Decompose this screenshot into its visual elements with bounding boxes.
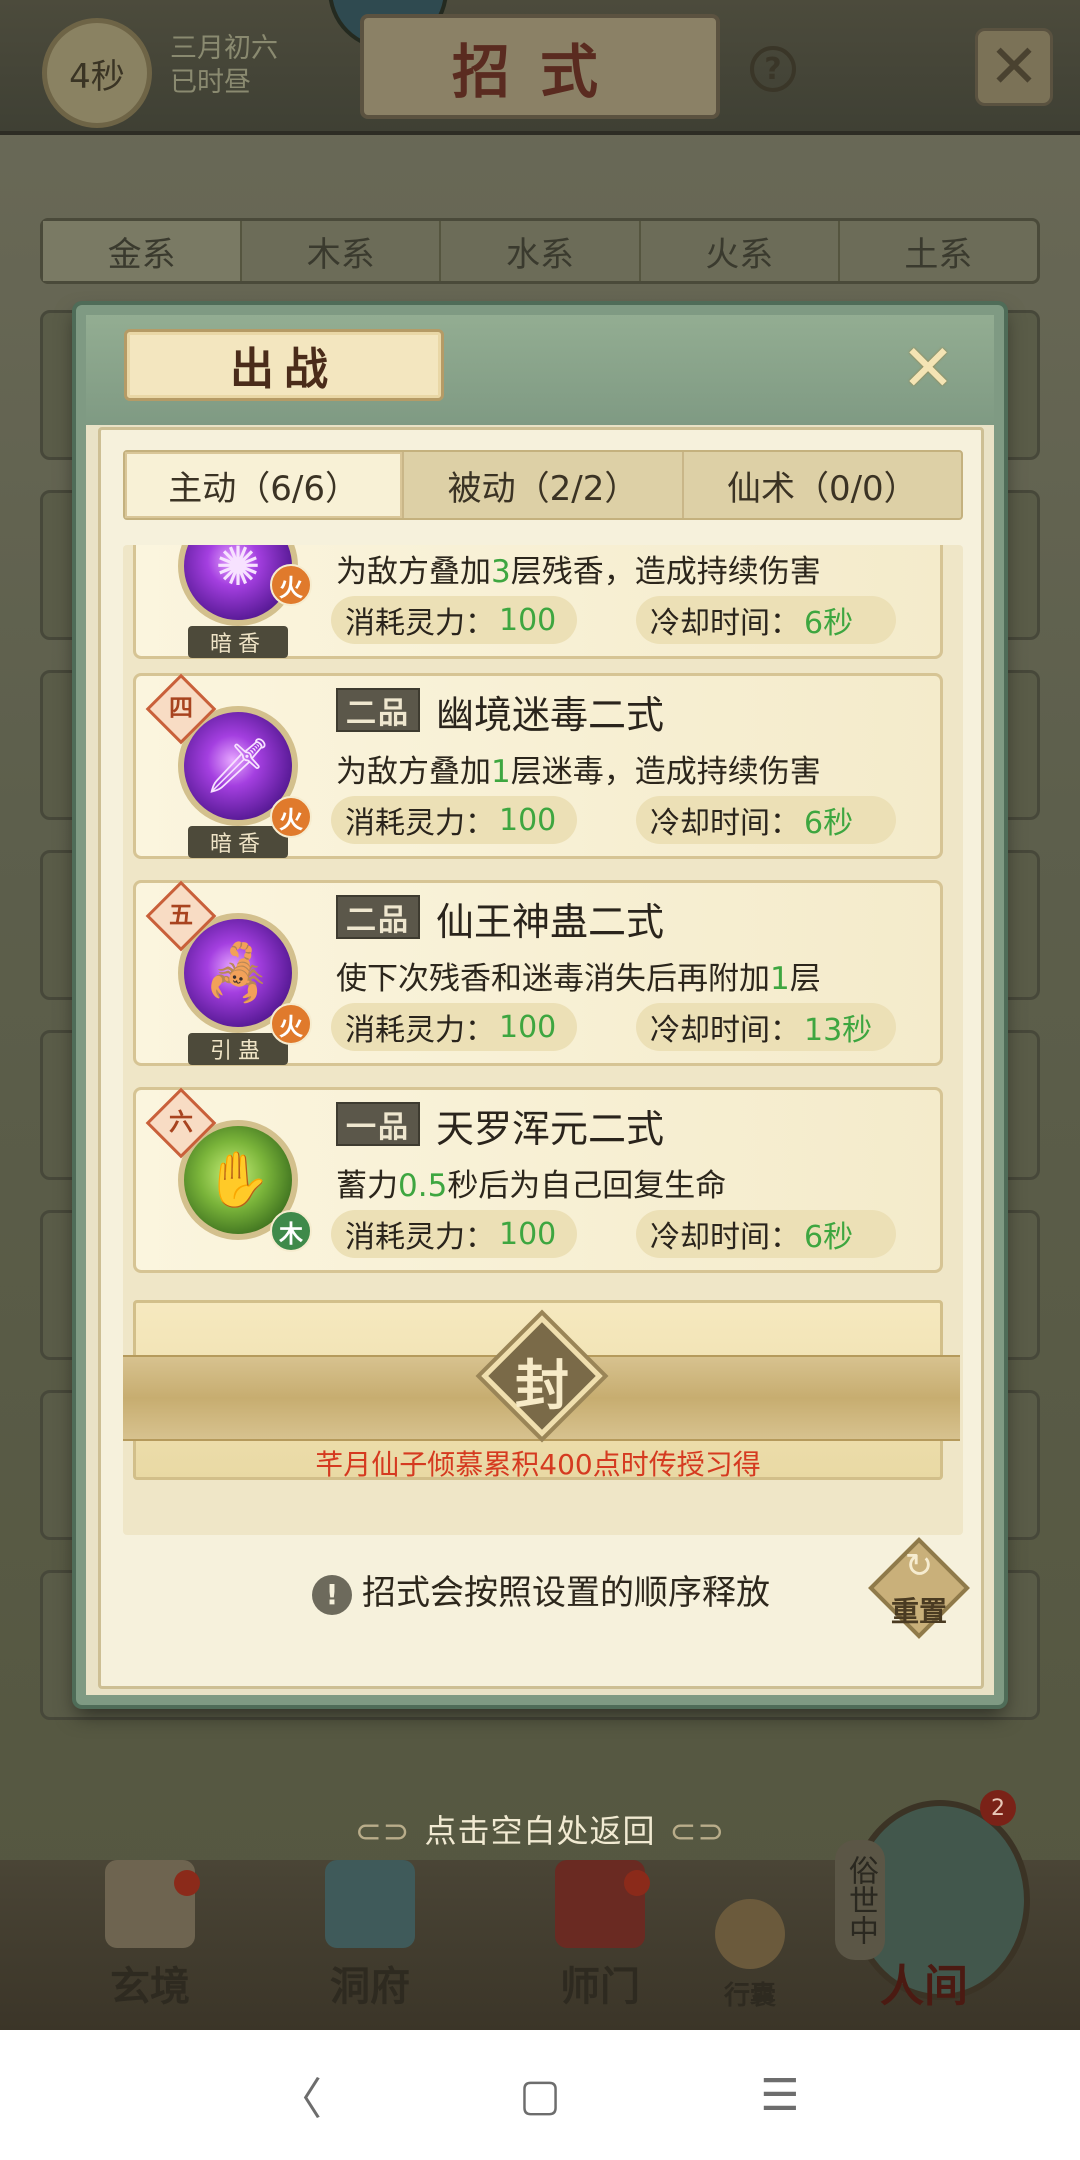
tab-active-skills[interactable]: 主动（6/6） bbox=[125, 452, 405, 518]
dialog-body: 主动（6/6） 被动（2/2） 仙术（0/0） ✺ 暗香 火 为敌方叠加3层残香… bbox=[98, 427, 984, 1689]
dialog-title: 出战 bbox=[124, 329, 444, 401]
skill-card[interactable]: ✺ 暗香 火 为敌方叠加3层残香，造成持续伤害 消耗灵力： 100 冷却时间： 6秒 bbox=[133, 545, 943, 659]
skill-description: 为敌方叠加3层残香，造成持续伤害 bbox=[336, 554, 821, 590]
rank-number: 六 bbox=[169, 1107, 193, 1136]
tab-wood[interactable]: 木系 bbox=[242, 221, 442, 281]
rank-number: 四 bbox=[169, 693, 193, 722]
order-hint-text: 招式会按照设置的顺序释放 bbox=[362, 1573, 770, 1613]
mana-cost: 消耗灵力： 100 bbox=[331, 796, 577, 844]
tab-passive-skills[interactable]: 被动（2/2） bbox=[404, 452, 684, 518]
fire-element-badge: 火 bbox=[270, 1003, 312, 1045]
cooldown: 冷却时间： 6秒 bbox=[636, 796, 896, 844]
skill-description: 使下次残香和迷毒消失后再附加1层 bbox=[336, 961, 821, 997]
skill-list[interactable]: ✺ 暗香 火 为敌方叠加3层残香，造成持续伤害 消耗灵力： 100 冷却时间： 6秒… bbox=[123, 545, 963, 1535]
cooldown: 冷却时间： 6秒 bbox=[636, 596, 896, 644]
top-bar: 4秒 三月初六 已时昼 招式 ? ✕ bbox=[0, 0, 1080, 135]
timer-display: 4秒 bbox=[42, 18, 152, 128]
cooldown: 冷却时间： 6秒 bbox=[636, 1210, 896, 1258]
nav-bag[interactable]: 行囊 bbox=[690, 1860, 810, 2030]
skill-card[interactable]: 🗡 四 暗香 火 二品 幽境迷毒二式 为敌方叠加1层迷毒，造成持续伤害 消耗灵力… bbox=[133, 673, 943, 859]
element-tabs: 金系 木系 水系 火系 土系 bbox=[40, 218, 1040, 284]
cooldown: 冷却时间： 13秒 bbox=[636, 1003, 896, 1051]
help-icon[interactable]: ? bbox=[750, 46, 796, 92]
nav-label: 师门 bbox=[560, 1963, 640, 2010]
world-tag: 俗世中 bbox=[835, 1840, 885, 1960]
notification-badge: 2 bbox=[980, 1790, 1016, 1826]
grade-tag: 二品 bbox=[336, 895, 420, 939]
tab-immortal-arts[interactable]: 仙术（0/0） bbox=[684, 452, 961, 518]
skill-name: 幽境迷毒二式 bbox=[436, 692, 665, 737]
fire-element-badge: 火 bbox=[270, 796, 312, 838]
page-title: 招式 bbox=[360, 14, 720, 119]
skill-card[interactable]: ✋ 六 木 一品 天罗浑元二式 蓄力0.5秒后为自己回复生命 消耗灵力： 100 … bbox=[133, 1087, 943, 1273]
time-line: 已时昼 bbox=[170, 67, 251, 98]
close-icon[interactable]: ✕ bbox=[896, 337, 960, 401]
tab-earth[interactable]: 土系 bbox=[840, 221, 1037, 281]
mana-cost: 消耗灵力： 100 bbox=[331, 596, 577, 644]
home-icon[interactable]: ▢ bbox=[510, 2070, 570, 2121]
notification-dot bbox=[174, 1870, 200, 1896]
nav-label: 玄境 bbox=[110, 1963, 190, 2010]
mana-cost: 消耗灵力： 100 bbox=[331, 1210, 577, 1258]
refresh-arrow-icon: ↻ bbox=[904, 1546, 934, 1586]
nav-dongfu[interactable]: 洞府 bbox=[290, 1860, 450, 2030]
skill-icon-label: 引蛊 bbox=[188, 1033, 288, 1065]
fire-element-badge: 火 bbox=[270, 564, 312, 606]
skill-name: 仙王神蛊二式 bbox=[436, 899, 665, 944]
skill-card[interactable]: 🦂 五 引蛊 火 二品 仙王神蛊二式 使下次残香和迷毒消失后再附加1层 消耗灵力… bbox=[133, 880, 943, 1066]
system-nav-bar: 〈 ▢ ☰ bbox=[0, 2030, 1080, 2160]
bag-icon bbox=[715, 1899, 785, 1969]
skill-description: 为敌方叠加1层迷毒，造成持续伤害 bbox=[336, 754, 821, 790]
exclamation-icon: ! bbox=[312, 1574, 352, 1615]
sealed-skill-slot[interactable]: 封 芊月仙子倾慕累积400点时传授习得 bbox=[123, 1300, 960, 1481]
nav-world-label[interactable]: 人间 bbox=[880, 1950, 968, 2014]
menu-icon[interactable]: ☰ bbox=[750, 2070, 810, 2121]
skill-name: 天罗浑元二式 bbox=[436, 1106, 665, 1151]
reset-button[interactable]: ↻ 重置 bbox=[868, 1537, 970, 1639]
unlock-condition: 芊月仙子倾慕累积400点时传授习得 bbox=[315, 1448, 761, 1481]
cloud-decor-icon: ⊂⊃ bbox=[354, 1812, 411, 1850]
tab-fire[interactable]: 火系 bbox=[641, 221, 840, 281]
rank-number: 五 bbox=[169, 900, 193, 929]
nav-label: 洞府 bbox=[330, 1963, 410, 2010]
notification-dot bbox=[624, 1870, 650, 1896]
close-icon[interactable]: ✕ bbox=[975, 28, 1053, 106]
grade-tag: 一品 bbox=[336, 1102, 420, 1146]
wood-element-badge: 木 bbox=[270, 1210, 312, 1252]
nav-xuanjing[interactable]: 玄境 bbox=[70, 1860, 230, 2030]
skill-icon-label: 暗香 bbox=[188, 826, 288, 858]
skill-icon-label: 暗香 bbox=[188, 626, 288, 658]
skill-description: 蓄力0.5秒后为自己回复生命 bbox=[336, 1168, 727, 1204]
tab-water[interactable]: 水系 bbox=[441, 221, 641, 281]
nav-label: 行囊 bbox=[723, 1981, 776, 2011]
nav-shimen[interactable]: 师门 bbox=[520, 1860, 680, 2030]
seal-character: 封 bbox=[515, 1353, 569, 1417]
tab-metal[interactable]: 金系 bbox=[43, 221, 243, 281]
reset-label: 重置 bbox=[890, 1595, 947, 1628]
grade-tag: 二品 bbox=[336, 688, 420, 732]
deploy-skills-dialog: 出战 ✕ 主动（6/6） 被动（2/2） 仙术（0/0） ✺ 暗香 火 为敌方叠… bbox=[76, 305, 1004, 1705]
cloud-decor-icon: ⊂⊃ bbox=[669, 1812, 726, 1850]
order-hint: ! 招式会按照设置的顺序释放 bbox=[101, 1565, 981, 1615]
dialog-header: 出战 ✕ bbox=[86, 315, 994, 425]
skill-type-tabs: 主动（6/6） 被动（2/2） 仙术（0/0） bbox=[123, 450, 963, 520]
tap-to-return-text: 点击空白处返回 bbox=[424, 1812, 656, 1850]
back-icon[interactable]: 〈 bbox=[270, 2063, 330, 2127]
pavilion-icon bbox=[325, 1860, 415, 1948]
mana-cost: 消耗灵力： 100 bbox=[331, 1003, 577, 1051]
